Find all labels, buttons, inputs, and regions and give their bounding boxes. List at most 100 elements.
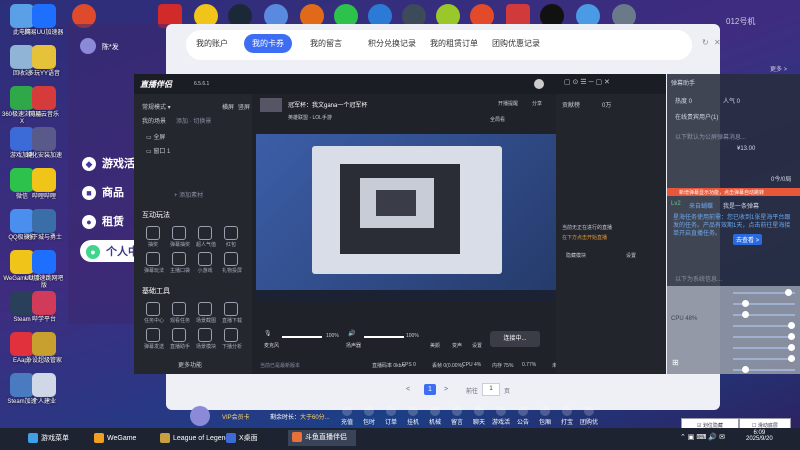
alert-banner[interactable]: 新增弹幕显示功能，点击弹幕自动跳转 (667, 188, 800, 196)
dock-item[interactable]: 打宝 (556, 406, 578, 426)
avatar[interactable] (534, 79, 544, 89)
dock-item[interactable]: 公告 (512, 406, 534, 426)
tool-button[interactable]: 主播口袋 (170, 252, 190, 274)
dock-item[interactable]: 挂机 (402, 406, 424, 426)
tool-button[interactable]: 超人气值 (196, 226, 216, 248)
desktop-icon[interactable]: 多玩YY语音 (24, 45, 64, 78)
count-tab[interactable]: 0万 (602, 100, 611, 109)
close-icon[interactable]: ✕ (714, 38, 721, 47)
taskbar-item-stream[interactable]: 斗鱼直播伴侣 (288, 430, 356, 446)
beauty-button[interactable]: 美颜 (430, 342, 440, 349)
tab-messages[interactable]: 我的留言 (310, 38, 342, 49)
tool-button[interactable]: 礼物投屏 (222, 252, 242, 274)
stream-preview[interactable] (256, 134, 556, 302)
avatar[interactable] (190, 406, 210, 426)
stream-category[interactable]: 英雄联盟 - LOL手游 (288, 114, 332, 121)
taskbar-item-wegame[interactable]: WeGame (94, 433, 136, 443)
desktop-icon[interactable]: 哔学平台 (24, 291, 64, 324)
more-functions-link[interactable]: 更多功能 (178, 360, 202, 369)
share-button[interactable]: 分享 (532, 100, 542, 107)
start-stream-button[interactable]: 连接中... (490, 331, 540, 347)
scene-actions[interactable]: 添加 · 切换景 (176, 116, 211, 125)
live-reminder[interactable]: 开播提醒 (498, 100, 518, 107)
dock-item[interactable]: 订单 (380, 406, 402, 426)
setting-slider[interactable] (733, 366, 795, 373)
dock-item[interactable]: 包时 (358, 406, 380, 426)
voice-change-button[interactable]: 变声 (452, 342, 462, 349)
dock-item[interactable]: 留言 (446, 406, 468, 426)
setting-slider[interactable] (733, 344, 796, 351)
slider-knob[interactable] (741, 300, 749, 307)
taskbar-item-game-menu[interactable]: 游戏菜单 (28, 433, 69, 444)
page-current[interactable]: 1 (424, 384, 436, 395)
tool-button[interactable]: 直播助手 (170, 328, 190, 350)
stream-title[interactable]: 冠军杯：我文gana一个冠军杯 (288, 100, 367, 109)
desktop-icon[interactable]: 外设超级管家 (24, 332, 64, 365)
slider-knob[interactable] (741, 366, 749, 373)
tool-button[interactable]: 弹幕发送 (144, 328, 164, 350)
desktop-icon[interactable]: 个人建业 (24, 373, 64, 406)
settings-button[interactable]: 设置 (472, 342, 482, 349)
dock-item[interactable]: 包厢 (534, 406, 556, 426)
tab-coupons[interactable]: 我的卡券 (244, 34, 292, 53)
setting-slider[interactable] (733, 333, 796, 340)
tool-button[interactable]: 红包 (222, 226, 240, 248)
pin-icon[interactable]: ⊞ (672, 358, 679, 367)
tool-button[interactable]: 任务中心 (144, 302, 164, 324)
tool-button[interactable]: 弹幕抽奖 (170, 226, 190, 248)
taskbar-item-lol[interactable]: League of Legends (160, 433, 233, 443)
slider-knob[interactable] (741, 311, 749, 318)
desktop-icon[interactable]: 轉化安装加速 (24, 127, 64, 160)
goto-input[interactable]: 1 (482, 383, 500, 396)
setting-slider[interactable] (733, 322, 796, 329)
tab-rent-orders[interactable]: 我的租赁订单 (430, 38, 478, 49)
mode-select[interactable]: 常规模式 ▾ (142, 102, 171, 111)
cover-thumbnail[interactable] (260, 98, 282, 112)
empty-hint-2[interactable]: 在下方点击开始直播 (562, 234, 607, 241)
desktop-icon[interactable]: 哔哩哔哩 (24, 168, 64, 201)
panel-settings-button[interactable]: 设置 (626, 252, 636, 259)
clock[interactable]: 6:09 2025/9/20 (746, 430, 773, 442)
setting-slider[interactable] (733, 311, 795, 318)
chat-user[interactable]: 来自蝴蝶 (689, 201, 713, 210)
desktop-icon[interactable]: 地下城与勇士 (24, 209, 64, 242)
tool-button[interactable]: 场景模块 (196, 328, 216, 350)
vip-card[interactable]: VIP会员卡 (222, 412, 250, 421)
tool-button[interactable]: 观看任务 (170, 302, 190, 324)
tab-group-buy[interactable]: 团购优惠记录 (492, 38, 540, 49)
mic-icon[interactable]: 🎙 (264, 330, 272, 337)
setting-slider[interactable] (733, 300, 795, 307)
tool-button[interactable]: 场景截图 (196, 302, 216, 324)
heat-tab[interactable]: 热度 0 (675, 96, 692, 105)
add-source-button[interactable]: + 添加素材 (174, 190, 203, 199)
avatar[interactable] (80, 38, 96, 54)
tool-button[interactable]: 下播分析 (222, 328, 242, 350)
taskbar-item-xdesktop[interactable]: X桌面 (226, 433, 258, 444)
speaker-slider[interactable] (364, 336, 404, 338)
tray-icons[interactable]: ⌃ ▣ ⌨ 🔊 ✉ (680, 433, 725, 441)
notice-link[interactable]: 去查看 > (733, 234, 763, 245)
hide-module-button[interactable]: 隐藏模块 (566, 252, 586, 259)
page-prev[interactable]: < (406, 386, 410, 393)
nav-item-rent[interactable]: ● 租赁 (82, 213, 124, 230)
setting-slider[interactable] (733, 289, 795, 296)
menu-icons[interactable]: ▢ ⊙ ☰ ─ ▢ ✕ (564, 78, 610, 86)
scene-item-1[interactable]: ▭ 全屏 (146, 132, 165, 141)
setting-slider[interactable] (733, 355, 796, 362)
tool-button[interactable]: 弹幕玩法 (144, 252, 164, 274)
refresh-icon[interactable]: ↻ (702, 38, 709, 47)
desktop-icon[interactable]: 网易云音乐 (24, 86, 64, 119)
nav-item-shop[interactable]: ■ 商品 (82, 184, 124, 201)
page-next[interactable]: > (444, 386, 448, 393)
mic-slider[interactable] (282, 336, 322, 338)
scene-item-2[interactable]: ▭ 窗口 1 (146, 146, 170, 155)
global-view[interactable]: 全局看 (490, 116, 505, 123)
popularity-tab[interactable]: 人气 0 (723, 96, 740, 105)
desktop-icon[interactable]: UU加速跳网吧版 (24, 250, 64, 290)
tool-button[interactable]: 抽奖 (144, 226, 162, 248)
dock-item[interactable]: 机械 (424, 406, 446, 426)
speaker-icon[interactable]: 🔊 (348, 330, 355, 337)
mode-horizontal[interactable]: 横屏 (222, 102, 234, 111)
tool-button[interactable]: 直播下载 (222, 302, 242, 324)
dock-item[interactable]: 聊天 (468, 406, 490, 426)
